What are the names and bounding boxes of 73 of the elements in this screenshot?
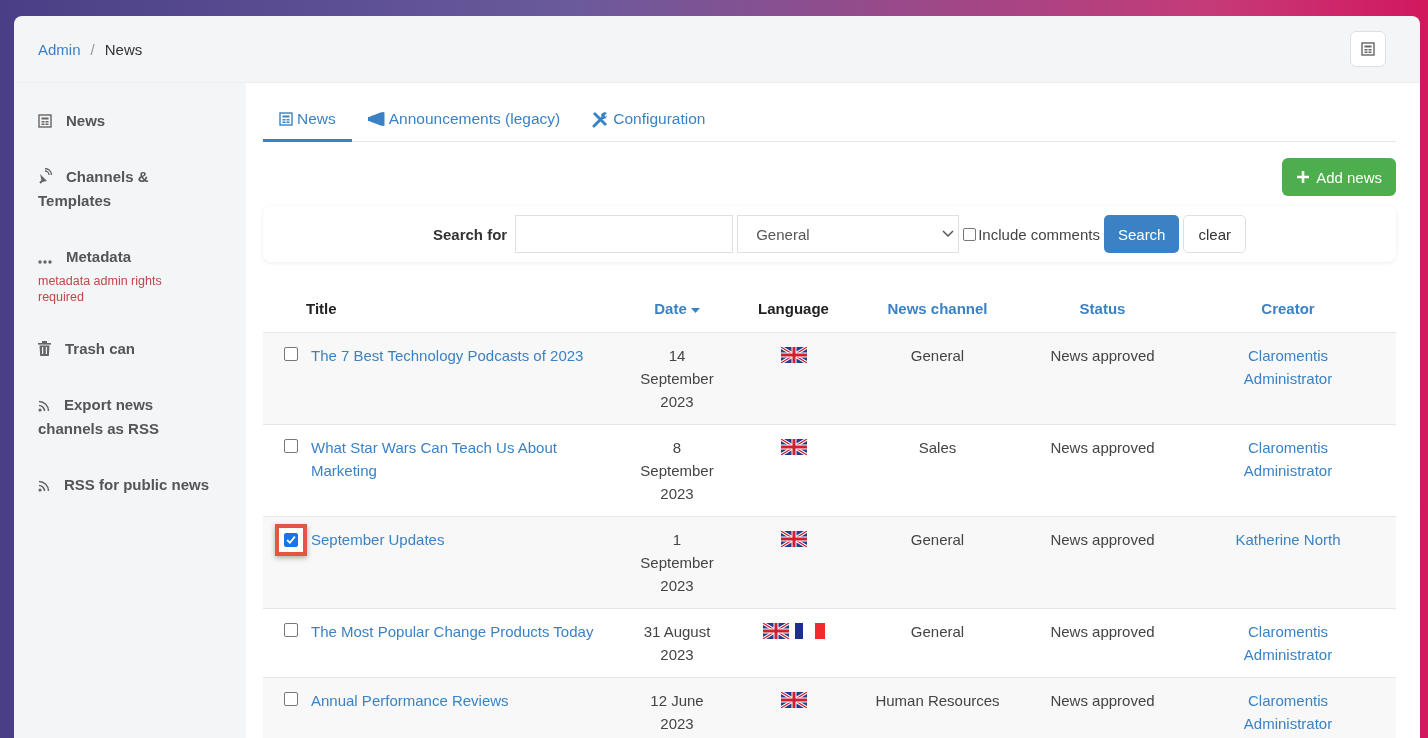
row-checkbox[interactable]	[284, 692, 298, 706]
uk-flag-icon	[762, 623, 789, 639]
tab[interactable]: News	[263, 99, 352, 142]
add-news-button[interactable]: Add news	[1282, 158, 1396, 196]
uk-flag-icon	[780, 347, 807, 363]
sidebar-link[interactable]: Metadata	[38, 245, 216, 269]
date-text: 12 June 2023	[650, 692, 704, 732]
tab[interactable]: Announcements (legacy)	[351, 99, 577, 142]
date-text: 8 September 2023	[640, 439, 714, 502]
date-text: 1 September 2023	[640, 531, 714, 594]
newspaper-icon	[38, 114, 52, 128]
checkbox-label: Include comments	[978, 225, 1100, 243]
sidebar-link[interactable]: News	[38, 109, 216, 133]
uk-flag-icon	[780, 439, 807, 455]
column-header-link[interactable]: Status	[1079, 299, 1126, 317]
search-label: Search for	[433, 225, 508, 243]
sort-caret-icon	[690, 307, 700, 313]
row-checkbox[interactable]	[284, 533, 298, 547]
sidebar-link[interactable]: RSS for public news	[38, 473, 216, 497]
sidebar-link[interactable]: Channels & Templates	[38, 165, 216, 213]
dots-icon	[38, 260, 52, 264]
newspaper-icon	[279, 112, 293, 126]
clear-button[interactable]: clear	[1183, 215, 1246, 253]
column-header-link[interactable]: Creator	[1261, 299, 1315, 317]
channel-text: General	[910, 347, 965, 364]
column-header-link[interactable]: News channel	[887, 299, 988, 317]
tab[interactable]: Configuration	[576, 99, 722, 142]
channel-select[interactable]: General	[737, 215, 960, 253]
channel-text: General	[910, 531, 965, 548]
status-text: News approved	[1050, 347, 1155, 364]
column-header-link[interactable]: Date	[654, 299, 700, 317]
author-name-link[interactable]: Claromentis Administrator	[1210, 436, 1366, 482]
status-text: News approved	[1050, 531, 1155, 548]
column-header: Title	[306, 299, 337, 317]
news-title-link[interactable]: What Star Wars Can Teach Us About Marketing	[311, 436, 611, 482]
megaphone-icon	[367, 112, 385, 126]
news-title-link[interactable]: September Updates	[311, 528, 445, 551]
breadcrumb-link[interactable]: Admin	[38, 40, 81, 58]
channel-text: Human Resources	[875, 692, 1000, 709]
satellite-dish-icon	[38, 168, 52, 184]
breadcrumb-current: News	[104, 40, 143, 58]
date-text: 14 September 2023	[640, 347, 714, 410]
search-button[interactable]: Search	[1103, 215, 1180, 253]
row-checkbox[interactable]	[284, 623, 298, 637]
status-text: News approved	[1050, 692, 1155, 709]
rss-icon	[38, 400, 50, 412]
channel-text: General	[910, 623, 965, 640]
channel-text: Sales	[918, 439, 957, 456]
rss-icon	[38, 480, 50, 492]
column-header: Language	[758, 299, 829, 317]
row-checkbox[interactable]	[284, 347, 298, 361]
view-toggle-button[interactable]	[1350, 31, 1386, 67]
news-title-link[interactable]: The Most Popular Change Products Today	[311, 620, 594, 643]
permission-note: metadata admin rights required	[38, 273, 163, 305]
author-name-link[interactable]: Claromentis Administrator	[1210, 620, 1366, 666]
checkbox[interactable]	[963, 227, 977, 241]
status-text: News approved	[1050, 623, 1155, 640]
plus-icon	[1296, 170, 1311, 184]
breadcrumb-separator: /	[90, 40, 95, 58]
france-flag-icon	[794, 623, 825, 639]
uk-flag-icon	[780, 692, 807, 708]
row-checkbox[interactable]	[284, 439, 298, 453]
sidebar-link[interactable]: Export news channels as RSS	[38, 393, 216, 441]
chevron-down-icon	[942, 230, 955, 238]
status-text: News approved	[1050, 439, 1155, 456]
search-field[interactable]	[515, 215, 734, 253]
author-name-link[interactable]: Katherine North	[1235, 528, 1341, 551]
date-text: 31 August 2023	[643, 623, 711, 663]
uk-flag-icon	[780, 531, 807, 547]
trash-icon	[38, 341, 51, 356]
sidebar-link[interactable]: Trash can	[38, 337, 216, 361]
newspaper-icon	[1361, 42, 1375, 56]
tools-icon	[592, 110, 610, 128]
